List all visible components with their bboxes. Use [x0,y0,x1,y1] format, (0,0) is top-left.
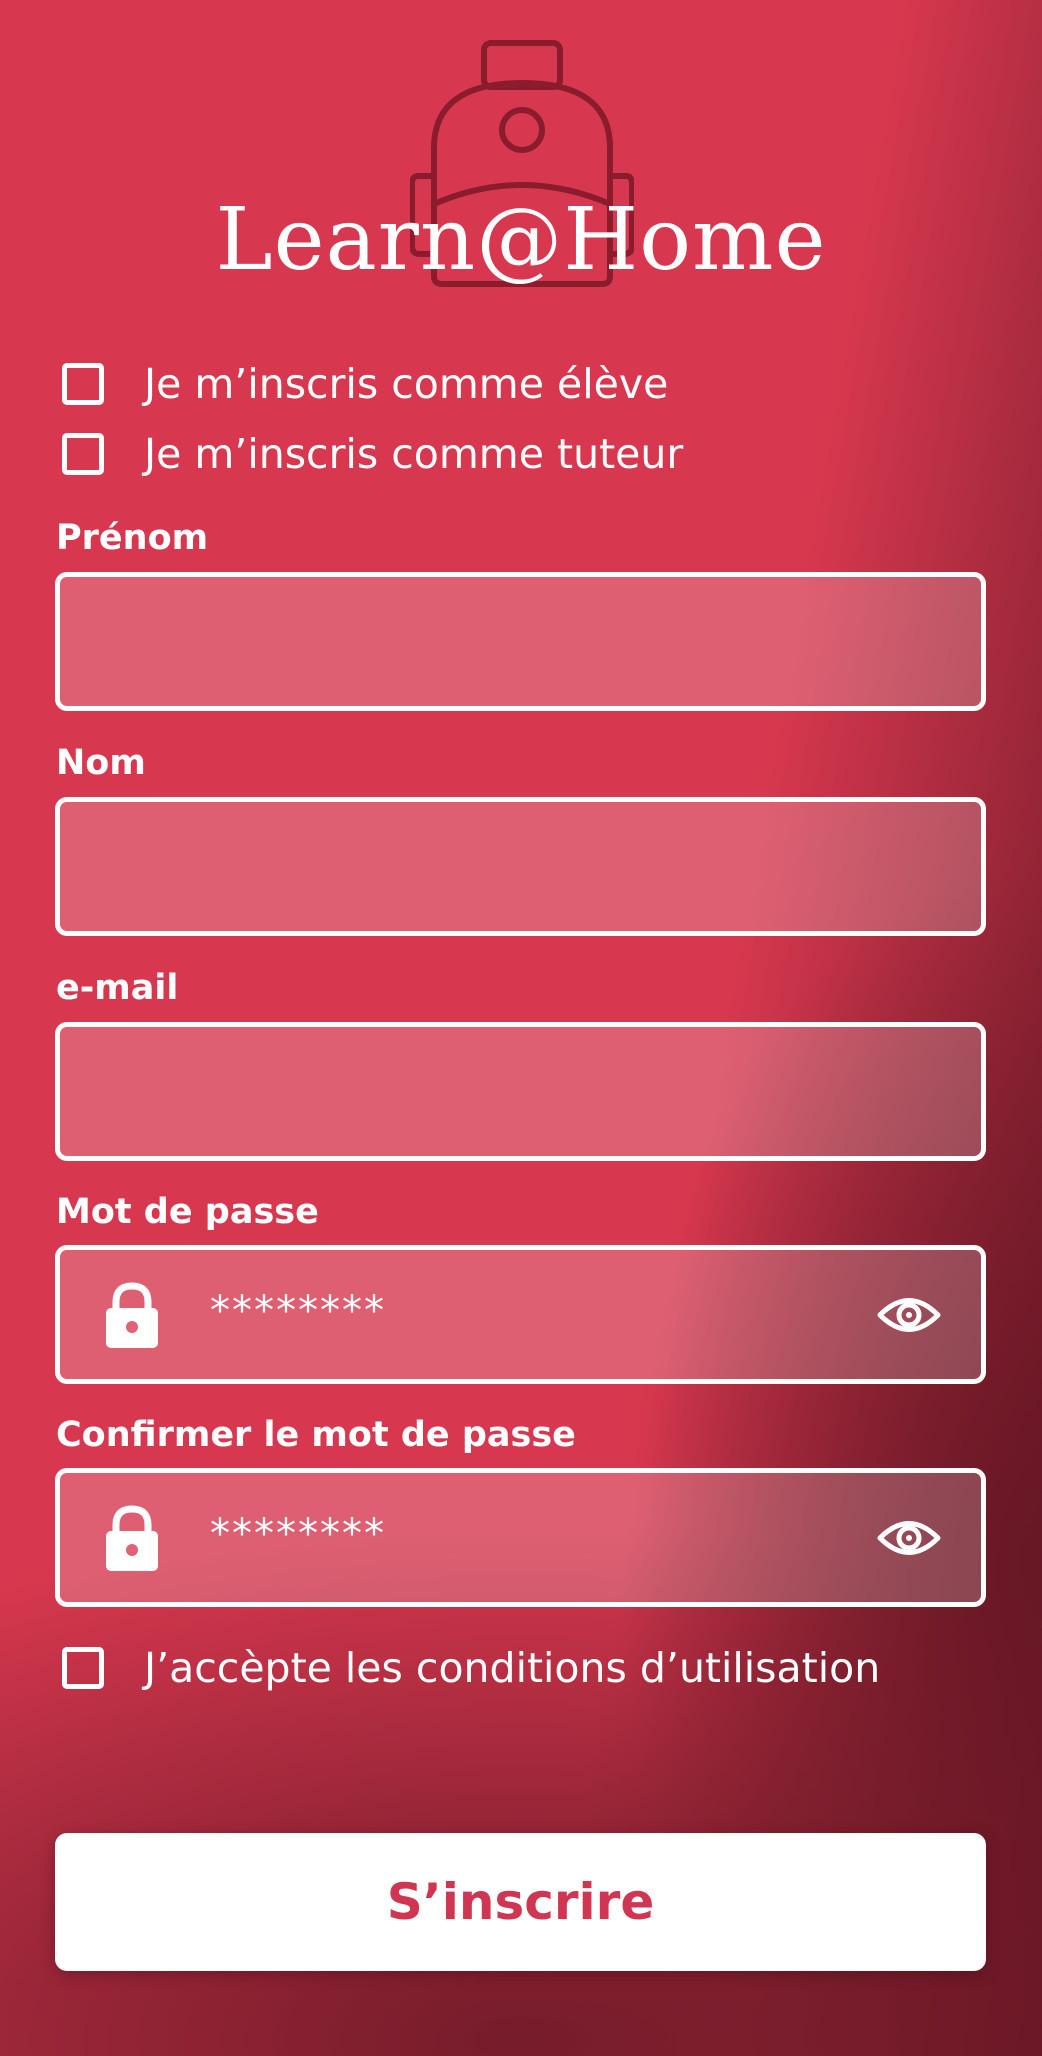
lock-icon [106,1282,158,1348]
role-student-checkbox[interactable] [62,363,104,405]
terms-checkbox[interactable] [62,1647,104,1689]
first-name-input[interactable] [55,572,986,711]
terms-option[interactable]: J’accèpte les conditions d’utilisation [62,1640,880,1696]
app-title: Learn@Home [215,190,827,290]
role-tutor-option[interactable]: Je m’inscris comme tuteur [62,426,683,482]
terms-label: J’accèpte les conditions d’utilisation [144,1644,881,1692]
first-name-label: Prénom [56,518,209,558]
password-confirm-value: ******** [210,1511,386,1557]
role-student-option[interactable]: Je m’inscris comme élève [62,356,668,412]
password-confirm-label: Confirmer le mot de passe [56,1415,576,1455]
last-name-input[interactable] [55,797,986,936]
role-student-label: Je m’inscris comme élève [144,360,669,408]
signup-button-label: S’inscrire [386,1873,655,1931]
password-confirm-input[interactable]: ******** [55,1468,986,1607]
last-name-label: Nom [56,743,146,783]
signup-screen: Learn@Home Je m’inscris comme élève Je m… [0,0,1042,2056]
eye-icon[interactable] [877,1290,941,1340]
signup-button[interactable]: S’inscrire [55,1833,986,1971]
password-input[interactable]: ******** [55,1245,986,1384]
role-tutor-checkbox[interactable] [62,433,104,475]
lock-icon [106,1505,158,1571]
role-tutor-label: Je m’inscris comme tuteur [144,430,684,478]
email-label: e-mail [56,968,179,1008]
password-value: ******** [210,1288,386,1334]
password-label: Mot de passe [56,1192,319,1232]
eye-icon[interactable] [877,1513,941,1563]
email-input[interactable] [55,1022,986,1161]
